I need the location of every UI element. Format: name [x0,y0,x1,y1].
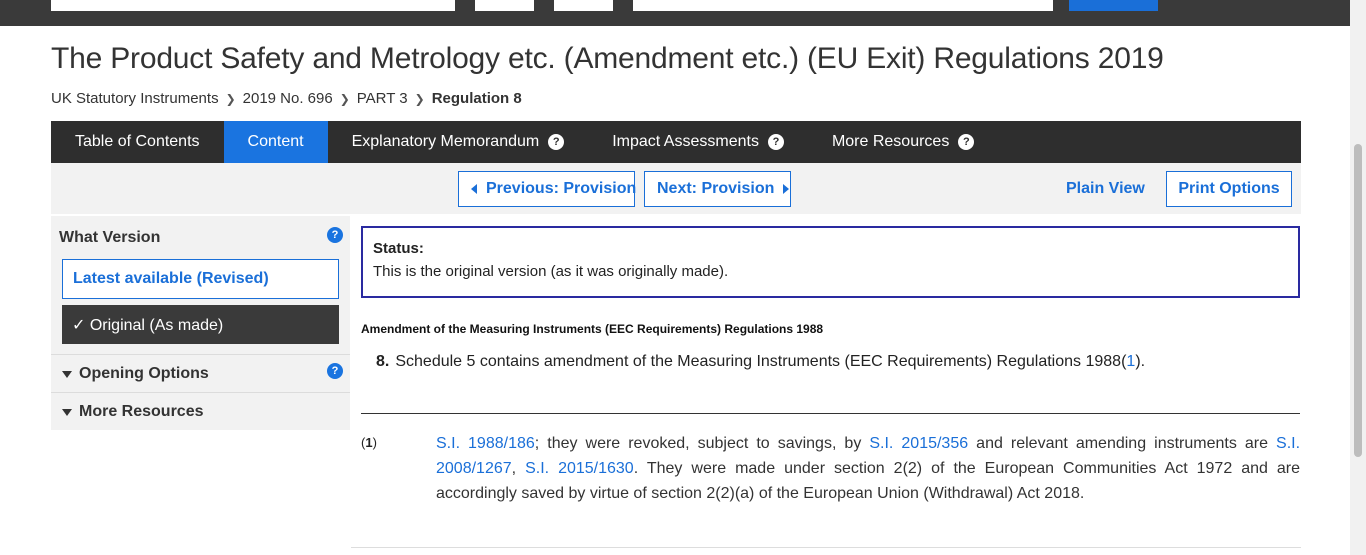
footnote-text-part: and relevant amending instruments are [968,435,1277,452]
tab-explanatory-memorandum[interactable]: Explanatory Memorandum ? [328,121,589,163]
tab-label: Impact Assessments [612,133,759,150]
help-icon[interactable]: ? [327,363,343,379]
search-button[interactable] [1069,0,1158,11]
footnote-divider [361,413,1300,414]
tab-label: Content [247,133,304,150]
help-icon[interactable]: ? [548,134,565,150]
tab-label: Explanatory Memorandum [351,133,540,150]
footnote-ref-link[interactable]: 1 [1126,353,1135,370]
status-label: Status: [373,240,424,257]
opening-options-label: Opening Options [79,365,209,382]
next-provision-button[interactable]: Next: Provision [644,171,791,207]
scrollbar[interactable] [1350,0,1366,555]
previous-provision-button[interactable]: Previous: Provision [458,171,637,207]
more-resources-toggle[interactable]: More Resources [62,403,204,421]
tab-label: Table of Contents [75,133,200,150]
footnote-link[interactable]: S.I. 2015/1630 [525,460,634,477]
help-icon[interactable]: ? [767,134,784,150]
tab-more-resources[interactable]: More Resources ? [808,121,998,163]
tab-impact-assessments[interactable]: Impact Assessments ? [588,121,808,163]
tab-table-of-contents[interactable]: Table of Contents [51,121,224,163]
divider [351,547,1301,548]
print-options-button[interactable]: Print Options [1166,171,1292,207]
search-field[interactable] [51,0,455,11]
plain-view-link[interactable]: Plain View [1066,180,1145,198]
opening-options-toggle[interactable]: Opening Options [62,365,209,383]
search-bar [0,0,1350,26]
original-version-button[interactable]: ✓ Original (As made) [62,305,339,344]
footnote-number-value: 1 [365,435,373,450]
breadcrumb-item[interactable]: PART 3 [357,90,408,107]
sidebar: What Version ? Latest available (Revised… [51,216,350,430]
chevron-right-icon: ❯ [225,91,236,106]
breadcrumb-item[interactable]: UK Statutory Instruments [51,90,219,107]
previous-provision-label: Previous: Provision [486,180,637,197]
what-version-heading: What Version [59,229,161,246]
provision-body: Schedule 5 contains amendment of the Mea… [395,353,1127,370]
provision-number: 8. [376,353,390,370]
footnote-text-part: ; they were revoked, subject to savings,… [534,435,870,452]
breadcrumb: UK Statutory Instruments ❯ 2019 No. 696 … [51,90,522,107]
year-field[interactable] [475,0,534,11]
triangle-down-icon [62,370,72,378]
tab-label: More Resources [831,133,950,150]
page-title: The Product Safety and Metrology etc. (A… [51,42,1164,75]
triangle-down-icon [62,408,72,416]
breadcrumb-item[interactable]: 2019 No. 696 [243,90,333,107]
number-field[interactable] [554,0,613,11]
provision-text: 8. Schedule 5 contains amendment of the M… [376,353,1145,371]
status-text: This is the original version (as it was … [373,263,729,280]
divider [51,392,350,393]
help-icon[interactable]: ? [958,134,975,150]
footnote-link[interactable]: S.I. 1988/186 [436,435,535,452]
more-resources-label: More Resources [79,403,204,420]
status-box: Status: This is the original version (as… [361,226,1300,298]
chevron-right-icon: ❯ [339,91,350,106]
caret-right-icon [783,184,790,194]
divider [51,354,350,355]
latest-version-button[interactable]: Latest available (Revised) [62,259,339,299]
tab-content[interactable]: Content [223,121,328,171]
breadcrumb-current: Regulation 8 [431,90,522,107]
footnote-text-part: , [511,460,526,477]
next-provision-label: Next: Provision [657,180,775,197]
provision-close: ). [1135,353,1146,370]
type-select[interactable] [633,0,1053,11]
scrollbar-thumb[interactable] [1354,144,1362,457]
footnote-link[interactable]: S.I. 2015/356 [869,435,968,452]
chevron-right-icon: ❯ [414,91,425,106]
provision-heading: Amendment of the Measuring Instruments (… [361,322,824,336]
tab-bar: Table of Contents Content Explanatory Me… [51,121,1301,171]
help-icon[interactable]: ? [327,227,343,243]
footnote-text: S.I. 1988/186; they were revoked, subjec… [436,431,1300,506]
caret-left-icon [471,184,477,194]
provision-nav-bar: Previous: Provision Next: Provision Plai… [51,163,1301,214]
footnote-number: (1) [361,435,377,450]
